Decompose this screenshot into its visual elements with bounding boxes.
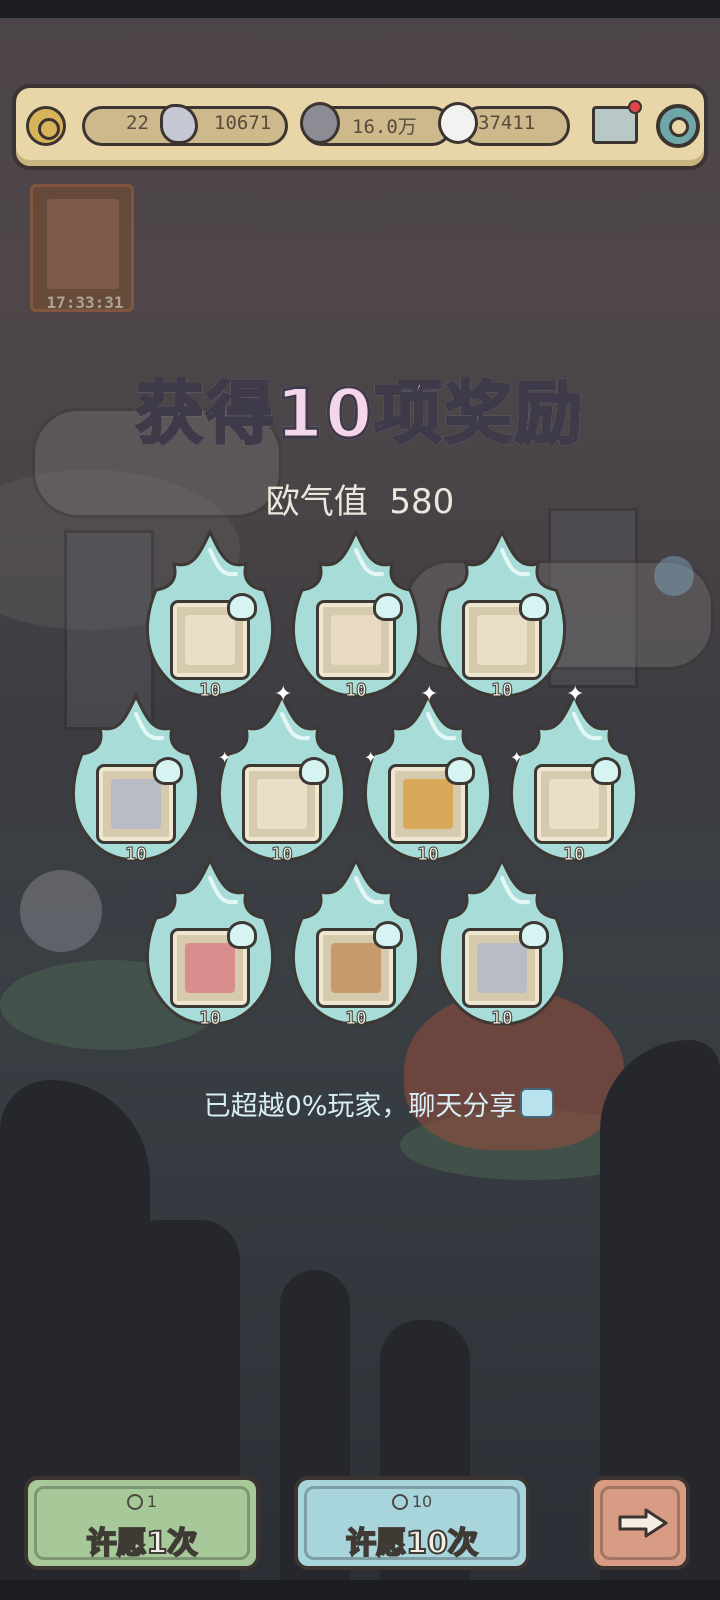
reward-item[interactable]: 10 ✦ ✦ <box>360 682 496 866</box>
coin-icon <box>126 1494 143 1510</box>
reward-card <box>170 593 257 680</box>
sparkle-icon: ✦ <box>274 682 293 707</box>
reward-quantity: 10 <box>345 1008 368 1030</box>
wish-ten-label: 许愿10次 <box>345 1525 479 1562</box>
grey-spirit-count: 16.0万 <box>352 116 417 138</box>
sparkle-icon: ✦ <box>510 748 524 767</box>
white-spirit-count: 37411 <box>478 112 536 134</box>
reward-card <box>96 757 183 844</box>
wish-once-cost-value: 1 <box>146 1492 158 1511</box>
reward-item[interactable]: 10 <box>434 856 570 1030</box>
treasure-box-icon <box>331 943 381 993</box>
crystal-ball-icon <box>477 943 527 993</box>
sparkle-icon: ✦ <box>218 748 232 767</box>
reward-card <box>316 593 403 680</box>
reward-item[interactable]: 10 <box>142 856 278 1030</box>
gear-icon[interactable] <box>656 104 700 148</box>
reward-item[interactable]: 10 <box>142 528 278 702</box>
resource-bar: 22 10671 16.0万 37411 <box>12 84 708 170</box>
reward-item[interactable]: 10 ✦ ✦ <box>506 682 642 866</box>
document-scroll-icon <box>549 779 599 829</box>
reward-item[interactable]: 10 <box>288 856 424 1030</box>
sparkle-icon: ✦ <box>420 682 439 707</box>
golden-book-icon <box>403 779 453 829</box>
reward-quantity: 10 <box>491 1008 514 1030</box>
reward-item[interactable]: 10 <box>288 528 424 702</box>
wish-once-cost: 1 <box>28 1492 256 1511</box>
background-arrow-icon <box>654 556 694 596</box>
ghost-badge-icon <box>227 921 257 949</box>
white-spirit-icon <box>438 102 478 144</box>
background-bubble <box>20 870 102 952</box>
reward-item[interactable]: 10 <box>434 528 570 702</box>
ghost-badge-icon <box>519 921 549 949</box>
portrait-book-icon <box>185 943 235 993</box>
wish-once-label: 许愿1次 <box>86 1525 199 1562</box>
reward-title: 获得10项奖励 <box>0 358 720 457</box>
crystal-ball-icon <box>111 779 161 829</box>
luck-label: 欧气值 <box>265 482 368 522</box>
ghost-badge-icon <box>227 593 257 621</box>
wish-once-button[interactable]: 1 许愿1次 <box>24 1476 260 1570</box>
notification-dot <box>628 100 642 114</box>
luck-value-row: 欧气值 580 <box>0 474 720 523</box>
coin-count: 22 <box>126 112 149 134</box>
ghost-badge-icon <box>373 921 403 949</box>
reward-card <box>462 593 549 680</box>
ghost-badge-icon <box>445 757 475 785</box>
reward-card <box>462 921 549 1008</box>
grey-spirit-icon <box>300 102 340 144</box>
share-icon[interactable] <box>520 1088 554 1118</box>
game-screen: 22 10671 16.0万 37411 17:33:31 获得10项奖励 欧气… <box>0 0 720 1600</box>
ghost-fish-count: 10671 <box>214 112 272 134</box>
ice-cream-icon <box>47 199 119 289</box>
coin-icon <box>391 1494 408 1510</box>
status-bar <box>0 0 720 18</box>
reward-card <box>242 757 329 844</box>
currency-coin-icon <box>26 106 66 146</box>
ghost-fish-icon <box>160 104 198 144</box>
navigation-bar <box>0 1580 720 1600</box>
reward-item[interactable]: 10 <box>68 692 204 866</box>
ghost-badge-icon <box>591 757 621 785</box>
reward-item[interactable]: 10 ✦ ✦ <box>214 682 350 866</box>
event-card[interactable]: 17:33:31 <box>30 184 134 312</box>
ghost-badge-icon <box>519 593 549 621</box>
sparkle-icon: ✦ <box>364 748 378 767</box>
luck-value: 580 <box>389 482 455 522</box>
wish-ten-button[interactable]: 10 许愿10次 <box>294 1476 530 1570</box>
share-text[interactable]: 已超越0%玩家，聊天分享 <box>0 1084 720 1123</box>
sparkle-icon: ✦ <box>566 682 585 707</box>
ghost-badge-icon <box>299 757 329 785</box>
next-button[interactable] <box>590 1476 690 1570</box>
reward-card <box>388 757 475 844</box>
event-timer: 17:33:31 <box>46 293 124 312</box>
reward-card <box>534 757 621 844</box>
ghost-badge-icon <box>153 757 183 785</box>
reward-card <box>170 921 257 1008</box>
reward-quantity: 10 <box>199 1008 222 1030</box>
kite-icon <box>331 615 381 665</box>
ghost-badge-icon <box>373 593 403 621</box>
document-scroll-icon <box>477 615 527 665</box>
wish-ten-cost: 10 <box>298 1492 526 1511</box>
wish-ten-cost-value: 10 <box>411 1492 433 1511</box>
reward-card <box>316 921 403 1008</box>
document-scroll-icon <box>185 615 235 665</box>
document-scroll-icon <box>257 779 307 829</box>
arrow-right-icon <box>618 1508 668 1538</box>
